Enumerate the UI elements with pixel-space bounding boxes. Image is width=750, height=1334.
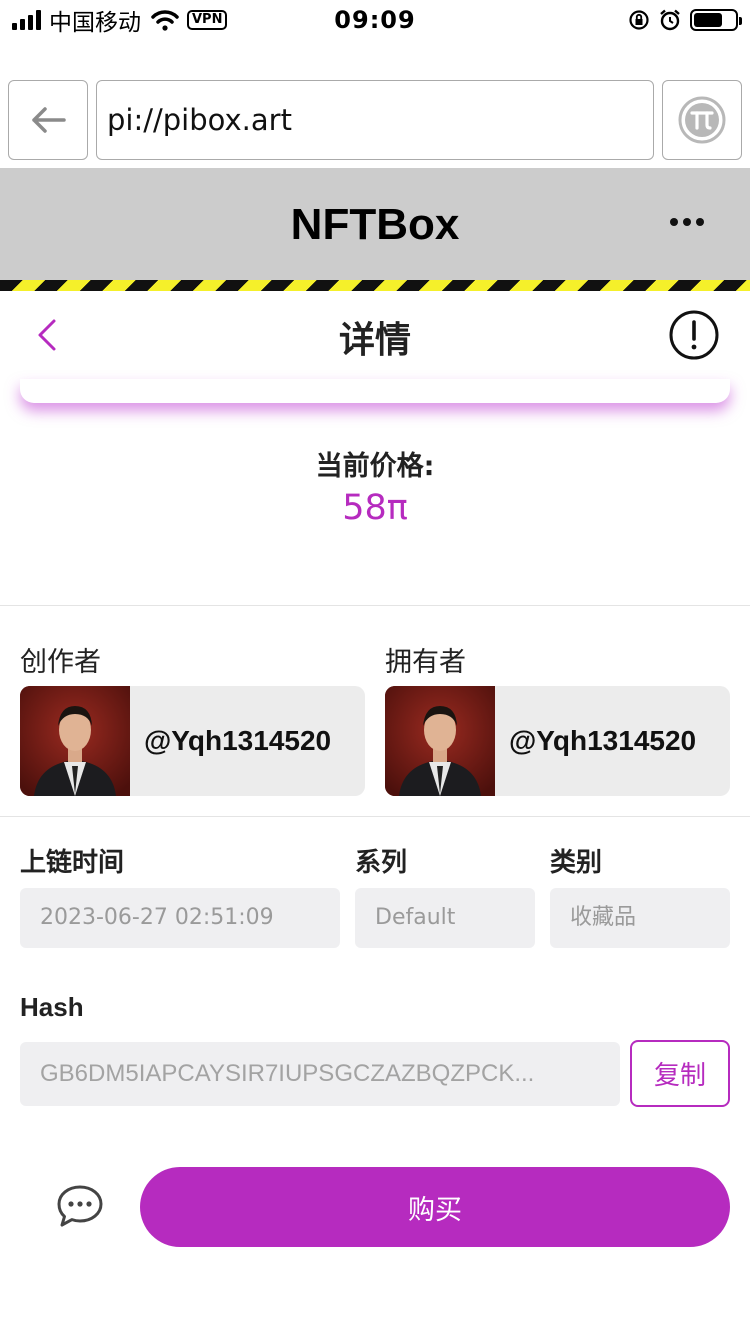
- creator-label: 创作者: [20, 647, 101, 678]
- chain-time-label: 上链时间: [20, 848, 125, 878]
- app-header: NFTBox: [0, 168, 750, 280]
- battery-icon: [690, 9, 742, 31]
- category-field: 收藏品: [550, 888, 730, 948]
- series-field: Default: [355, 888, 535, 948]
- chain-time-field: 2023-06-27 02:51:09: [20, 888, 340, 948]
- series-label: 系列: [355, 848, 408, 878]
- price-label: 当前价格:: [315, 451, 435, 482]
- owner-name: @Yqh1314520: [509, 725, 697, 756]
- creator-name: @Yqh1314520: [144, 725, 332, 756]
- divider: [0, 816, 750, 817]
- info-icon[interactable]: [668, 309, 720, 361]
- url-text: pi://pibox.art: [107, 103, 292, 137]
- pi-logo-icon: [678, 96, 726, 144]
- url-input[interactable]: pi://pibox.art: [96, 80, 654, 160]
- divider: [0, 605, 750, 606]
- buy-button[interactable]: 购买: [140, 1167, 730, 1247]
- hash-label: Hash: [20, 992, 84, 1022]
- page-title: 详情: [338, 320, 411, 361]
- browser-bar: pi://pibox.art: [0, 80, 750, 160]
- app-title: NFTBox: [290, 200, 460, 249]
- rotation-lock-icon: [629, 10, 649, 30]
- detail-navbar: 详情: [0, 291, 750, 379]
- creator-card[interactable]: @Yqh1314520: [20, 686, 365, 796]
- avatar: [20, 686, 130, 796]
- alarm-icon: [660, 9, 680, 31]
- price-value: 58π: [342, 488, 408, 528]
- status-bar: 中国移动 VPN 09:09: [0, 0, 750, 40]
- category-label: 类别: [550, 848, 603, 878]
- avatar: [385, 686, 495, 796]
- arrow-left-icon: [32, 107, 66, 133]
- hazard-stripe: [0, 280, 750, 291]
- copy-button[interactable]: 复制: [630, 1040, 730, 1107]
- pi-wallet-button[interactable]: [662, 80, 742, 160]
- chat-bubble-icon[interactable]: [56, 1184, 104, 1228]
- hash-field: GB6DM5IAPCAYSIR7IUPSGCZAZBQZPCK...: [20, 1042, 620, 1106]
- more-dots-icon[interactable]: [670, 218, 704, 226]
- owner-label: 拥有者: [385, 647, 466, 678]
- browser-back-button[interactable]: [8, 80, 88, 160]
- owner-card[interactable]: @Yqh1314520: [385, 686, 730, 796]
- image-card-bottom: [20, 379, 730, 403]
